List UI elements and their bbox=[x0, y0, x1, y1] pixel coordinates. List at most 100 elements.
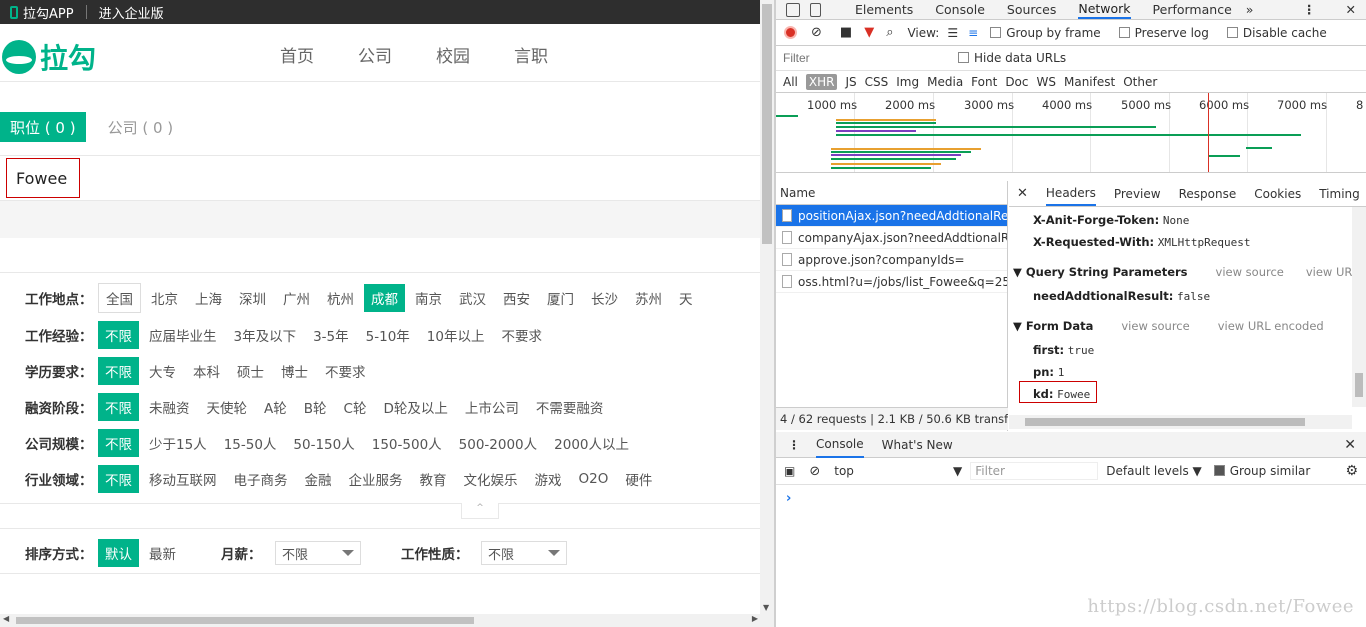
waterfall-view-icon[interactable]: ≡ bbox=[968, 26, 978, 40]
filter-icon[interactable]: ▼ bbox=[864, 25, 874, 40]
filter-option[interactable]: 教育 bbox=[413, 465, 454, 493]
filter-option[interactable]: 上海 bbox=[188, 284, 229, 312]
clear-icon[interactable]: ⊘ bbox=[811, 25, 822, 40]
type-manifest[interactable]: Manifest bbox=[1064, 75, 1115, 89]
app-link[interactable]: 拉勾APP bbox=[23, 3, 74, 22]
scroll-thumb[interactable] bbox=[1025, 418, 1305, 426]
console-filter-input[interactable]: Filter bbox=[970, 462, 1099, 480]
filter-option-selected[interactable]: 不限 bbox=[98, 393, 139, 421]
view-url-encoded-link[interactable]: view URL encoded bbox=[1218, 319, 1324, 333]
search-icon[interactable]: ⌕ bbox=[886, 25, 893, 40]
type-img[interactable]: Img bbox=[896, 75, 919, 89]
filter-option[interactable]: 天 bbox=[672, 284, 700, 312]
type-all[interactable]: All bbox=[783, 75, 798, 89]
checkbox[interactable] bbox=[990, 26, 1002, 38]
levels-select[interactable]: Default levels ▼ bbox=[1106, 464, 1202, 478]
scroll-left-icon[interactable]: ◀ bbox=[3, 614, 9, 623]
filter-option[interactable]: 少于15人 bbox=[142, 429, 214, 457]
collapse-toggle[interactable]: ^ bbox=[461, 503, 499, 519]
tab-cookies[interactable]: Cookies bbox=[1254, 187, 1301, 201]
query-params-section[interactable]: ▼ Query String Parameters view source view… bbox=[1013, 265, 1366, 279]
filter-option[interactable]: D轮及以上 bbox=[376, 393, 454, 421]
type-media[interactable]: Media bbox=[927, 75, 963, 89]
filter-option[interactable]: 厦门 bbox=[540, 284, 581, 312]
filter-option[interactable]: 博士 bbox=[274, 357, 315, 385]
filter-option[interactable]: 杭州 bbox=[320, 284, 361, 312]
inspect-icon[interactable] bbox=[786, 2, 800, 17]
tab-console[interactable]: Console bbox=[935, 2, 985, 17]
scroll-thumb[interactable] bbox=[16, 617, 474, 624]
clear-console-icon[interactable]: ⊘ bbox=[809, 464, 820, 479]
filter-option[interactable]: 大专 bbox=[142, 357, 183, 385]
request-row[interactable]: oss.html?u=/jobs/list_Fowee&q=259... bbox=[776, 271, 1007, 293]
more-tabs-icon[interactable]: » bbox=[1246, 2, 1254, 17]
filter-option[interactable]: 文化娱乐 bbox=[457, 465, 525, 493]
tab-company[interactable]: 公司 ( 0 ) bbox=[108, 117, 174, 138]
scroll-right-icon[interactable]: ▶ bbox=[752, 614, 758, 623]
type-css[interactable]: CSS bbox=[865, 75, 889, 89]
page-vertical-scrollbar[interactable]: ▼ bbox=[760, 0, 774, 614]
type-doc[interactable]: Doc bbox=[1005, 75, 1028, 89]
record-icon[interactable] bbox=[784, 26, 797, 39]
filter-option[interactable]: 硬件 bbox=[618, 465, 659, 493]
checkbox[interactable] bbox=[1118, 26, 1130, 38]
tab-network[interactable]: Network bbox=[1078, 1, 1131, 19]
tab-headers[interactable]: Headers bbox=[1045, 182, 1096, 206]
group-similar-option[interactable]: Group similar bbox=[1213, 464, 1310, 478]
filter-option[interactable]: O2O bbox=[572, 467, 616, 491]
filter-option[interactable]: 移动互联网 bbox=[142, 465, 224, 493]
sidebar-toggle-icon[interactable]: ▣ bbox=[784, 464, 795, 478]
filter-option[interactable]: 应届毕业生 bbox=[142, 321, 224, 349]
tab-performance[interactable]: Performance bbox=[1153, 2, 1232, 17]
filter-option[interactable]: 深圳 bbox=[232, 284, 273, 312]
filter-option[interactable]: 15-50人 bbox=[217, 429, 284, 457]
tab-console-drawer[interactable]: Console bbox=[816, 432, 864, 458]
list-view-icon[interactable]: ☰ bbox=[947, 26, 958, 40]
filter-option[interactable]: 南京 bbox=[408, 284, 449, 312]
filter-option[interactable]: 不需要融资 bbox=[529, 393, 611, 421]
request-row[interactable]: approve.json?companyIds= bbox=[776, 249, 1007, 271]
request-row[interactable]: companyAjax.json?needAddtionalRe... bbox=[776, 227, 1007, 249]
close-icon[interactable]: ✕ bbox=[1017, 186, 1028, 201]
gear-icon[interactable]: ⚙ bbox=[1345, 463, 1358, 479]
detail-horizontal-scrollbar[interactable] bbox=[1009, 415, 1352, 429]
type-other[interactable]: Other bbox=[1123, 75, 1157, 89]
nav-home[interactable]: 首页 bbox=[280, 42, 314, 67]
drawer-menu-icon[interactable]: ⋮ bbox=[788, 438, 800, 452]
network-filter-input[interactable] bbox=[780, 49, 940, 67]
filter-option[interactable]: 金融 bbox=[298, 465, 339, 493]
type-js[interactable]: JS bbox=[845, 75, 856, 89]
filter-option[interactable]: 150-500人 bbox=[365, 429, 449, 457]
page-horizontal-scrollbar[interactable]: ◀ ▶ bbox=[0, 614, 774, 627]
filter-option[interactable]: 天使轮 bbox=[200, 393, 255, 421]
filter-option[interactable]: 2000人以上 bbox=[547, 429, 636, 457]
filter-option-selected[interactable]: 不限 bbox=[98, 465, 139, 493]
filter-option-selected[interactable]: 不限 bbox=[98, 321, 139, 349]
filter-option[interactable]: 10年以上 bbox=[420, 321, 492, 349]
tab-timing[interactable]: Timing bbox=[1319, 187, 1360, 201]
view-source-link[interactable]: view source bbox=[1121, 319, 1189, 333]
filter-option[interactable]: 本科 bbox=[186, 357, 227, 385]
type-xhr[interactable]: XHR bbox=[805, 73, 838, 90]
preserve-log-option[interactable]: Preserve log bbox=[1118, 26, 1209, 40]
filter-option[interactable]: 5-10年 bbox=[359, 321, 417, 349]
checkbox[interactable] bbox=[1226, 26, 1238, 38]
checkbox-checked[interactable] bbox=[1213, 465, 1225, 476]
filter-option[interactable]: 长沙 bbox=[584, 284, 625, 312]
filter-option[interactable]: 游戏 bbox=[528, 465, 569, 493]
hide-data-urls-option[interactable]: Hide data URLs bbox=[958, 51, 1066, 65]
disable-cache-option[interactable]: Disable cache bbox=[1226, 26, 1327, 40]
filter-option-selected[interactable]: 成都 bbox=[364, 284, 405, 312]
filter-option[interactable]: 广州 bbox=[276, 284, 317, 312]
filter-option[interactable]: B轮 bbox=[297, 393, 334, 421]
filter-option[interactable]: 不要求 bbox=[318, 357, 373, 385]
filter-option[interactable]: 未融资 bbox=[142, 393, 197, 421]
close-icon[interactable]: ✕ bbox=[1344, 437, 1356, 453]
type-font[interactable]: Font bbox=[971, 75, 997, 89]
scroll-down-icon[interactable]: ▼ bbox=[763, 603, 769, 612]
detail-scrollbar[interactable] bbox=[1352, 207, 1366, 407]
request-row-selected[interactable]: positionAjax.json?needAddtionalRes... bbox=[776, 205, 1007, 227]
view-source-link[interactable]: view source bbox=[1216, 265, 1284, 279]
filter-option[interactable]: 苏州 bbox=[628, 284, 669, 312]
filter-option[interactable]: 电子商务 bbox=[227, 465, 295, 493]
